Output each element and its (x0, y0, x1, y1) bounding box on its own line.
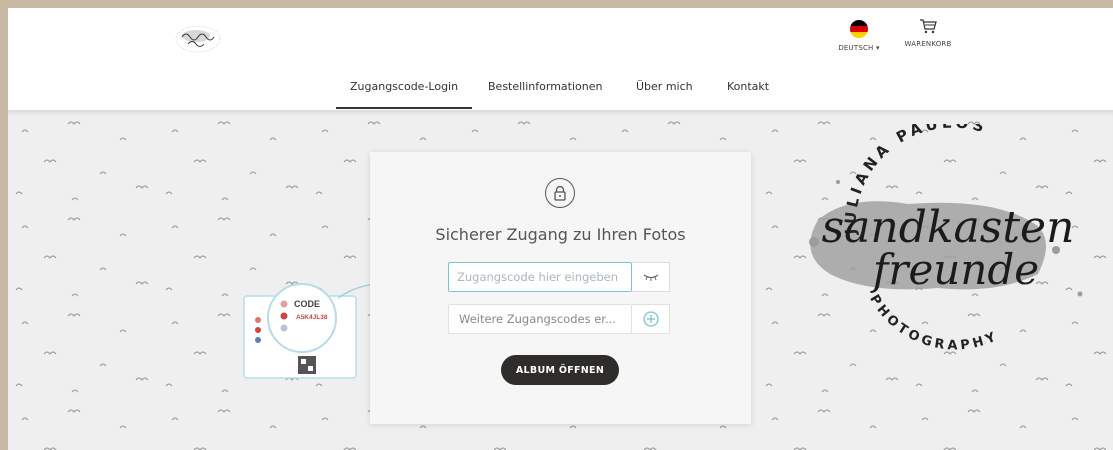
hero-section: CODE A5K4JL38 Sicherer Zugang zu Ihren F… (8, 110, 1113, 450)
plus-circle-icon (642, 311, 659, 327)
language-label: DEUTSCH (838, 44, 874, 52)
site-logo[interactable] (170, 22, 226, 56)
nav-item-about-me[interactable]: Über mich (636, 80, 693, 93)
nav-item-order-info[interactable]: Bestellinformationen (488, 80, 602, 93)
shopping-cart-icon (920, 19, 937, 34)
cart-label: WARENKORB (904, 40, 952, 48)
nav-item-access-code-login[interactable]: Zugangscode-Login (335, 80, 473, 109)
cart-link[interactable]: WARENKORB (898, 18, 958, 48)
lock-icon (545, 178, 575, 208)
brand-arc-bottom-text: PHOTOGRAPHY (866, 292, 997, 353)
chevron-down-icon: ▾ (875, 44, 880, 52)
login-title: Sicherer Zugang zu Ihren Fotos (435, 225, 686, 244)
add-code-button[interactable] (632, 304, 670, 334)
illustration-code-label: CODE (294, 299, 320, 309)
open-album-button[interactable]: ALBUM ÖFFNEN (501, 355, 619, 385)
site-header: DEUTSCH ▾ WARENKORB Zugangscode-Login Be… (8, 8, 1113, 110)
illustration-code-value: A5K4JL38 (296, 314, 328, 321)
german-flag-icon (850, 20, 868, 38)
login-card: Sicherer Zugang zu Ihren Fotos ALBUM ÖF (370, 152, 751, 424)
nav-item-contact[interactable]: Kontakt (727, 80, 769, 93)
brand-logo: JULIANA PAULOS sandkasten freunde PHOTOG… (809, 124, 1083, 353)
language-selector[interactable]: DEUTSCH ▾ (834, 20, 884, 52)
toggle-visibility-button[interactable] (632, 262, 670, 292)
brand-script-line2: freunde (870, 245, 1039, 294)
page-frame: DEUTSCH ▾ WARENKORB Zugangscode-Login Be… (8, 8, 1113, 450)
main-nav: Zugangscode-Login Bestellinformationen Ü… (8, 80, 1113, 110)
additional-codes-input[interactable] (448, 304, 632, 334)
access-code-input[interactable] (448, 262, 632, 292)
eye-closed-icon (643, 274, 658, 281)
svg-text:PHOTOGRAPHY: PHOTOGRAPHY (866, 292, 1001, 353)
